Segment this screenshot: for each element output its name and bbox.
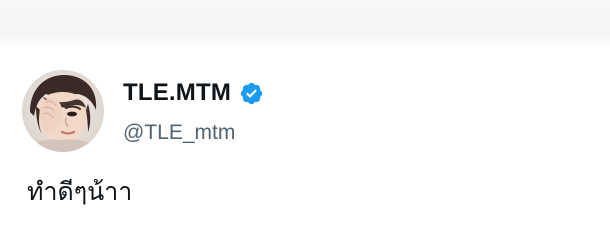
avatar[interactable] xyxy=(22,70,104,152)
tweet-text: ทำดีๆน้าา xyxy=(27,177,133,206)
profile-photo xyxy=(22,70,104,152)
tweet-card[interactable]: TLE.MTM @TLE_mtm ทำดีๆน้าา xyxy=(0,48,610,244)
display-name-row: TLE.MTM xyxy=(123,78,264,108)
display-name[interactable]: TLE.MTM xyxy=(123,78,231,108)
user-handle[interactable]: @TLE_mtm xyxy=(123,120,235,146)
verified-badge-icon xyxy=(239,81,264,106)
top-background-strip xyxy=(0,0,610,48)
